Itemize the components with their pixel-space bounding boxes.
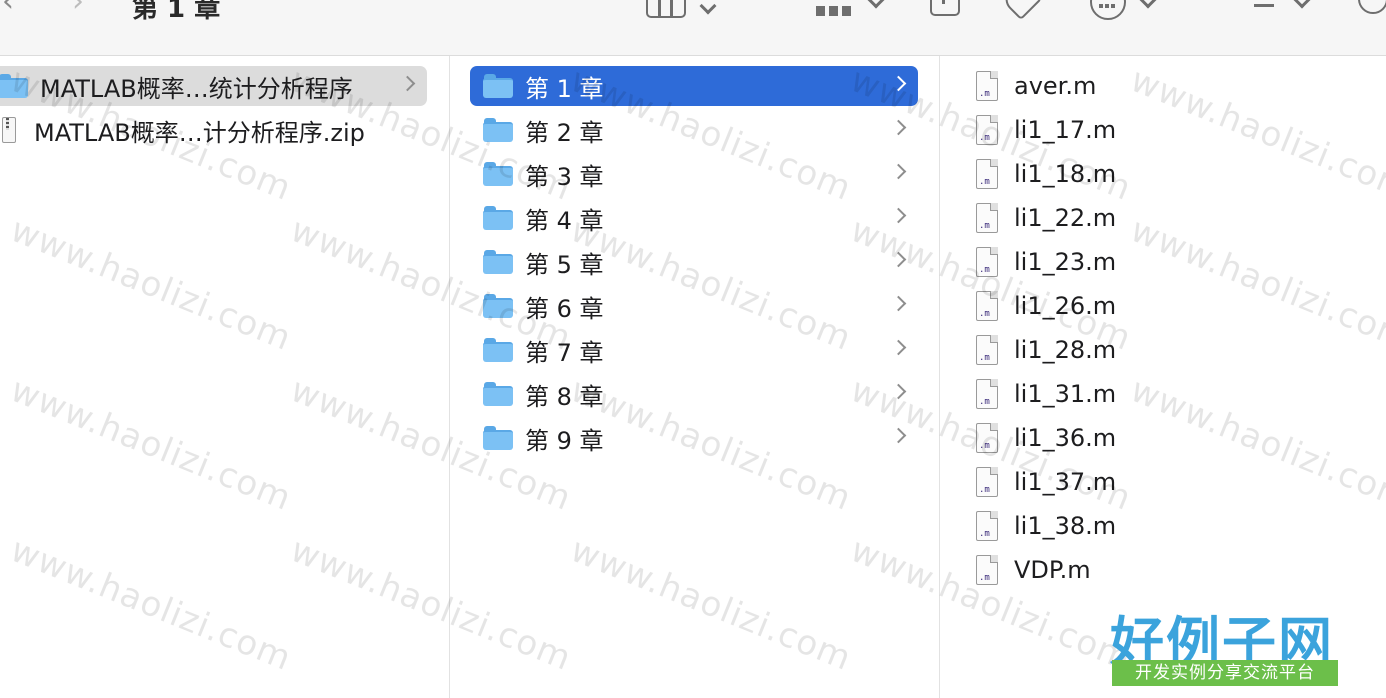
chevron-right-icon bbox=[890, 295, 907, 312]
folder-name: 第 9 章 bbox=[525, 426, 604, 455]
folder-name: 第 2 章 bbox=[525, 118, 604, 147]
chapter-folder-item[interactable]: 第 7 章 bbox=[470, 330, 918, 370]
folder-icon bbox=[483, 382, 513, 406]
m-file-icon: .m bbox=[976, 423, 998, 453]
folder-icon bbox=[483, 426, 513, 450]
chevron-right-icon bbox=[890, 383, 907, 400]
m-file-icon: .m bbox=[976, 115, 998, 145]
m-file-icon: .m bbox=[976, 335, 998, 365]
folder-icon bbox=[0, 74, 28, 98]
file-list-item[interactable]: .m li1_22.m bbox=[976, 198, 1376, 238]
file-list-item[interactable]: .m li1_26.m bbox=[976, 286, 1376, 326]
folder-name: 第 1 章 bbox=[525, 74, 604, 103]
m-file-icon: .m bbox=[976, 247, 998, 277]
file-name: li1_23.m bbox=[1014, 248, 1117, 276]
file-name: li1_37.m bbox=[1014, 468, 1117, 496]
file-name: VDP.m bbox=[1014, 556, 1091, 584]
file-list-item[interactable]: .m li1_23.m bbox=[976, 242, 1376, 282]
m-file-icon: .m bbox=[976, 467, 998, 497]
file-list-item[interactable]: .m li1_36.m bbox=[976, 418, 1376, 458]
chevron-right-icon bbox=[890, 339, 907, 356]
m-file-icon: .m bbox=[976, 511, 998, 541]
folder-name: MATLAB概率…统计分析程序 bbox=[40, 74, 353, 103]
chapter-folder-item[interactable]: 第 6 章 bbox=[470, 286, 918, 326]
list-item-folder[interactable]: MATLAB概率…统计分析程序 bbox=[0, 66, 427, 106]
chapter-folder-item[interactable]: 第 8 章 bbox=[470, 374, 918, 414]
column-chapters: 第 1 章第 2 章第 3 章第 4 章第 5 章第 6 章第 7 章第 8 章… bbox=[450, 56, 940, 698]
m-file-icon: .m bbox=[976, 159, 998, 189]
folder-name: 第 5 章 bbox=[525, 250, 604, 279]
folder-name: 第 8 章 bbox=[525, 382, 604, 411]
folder-name: 第 4 章 bbox=[525, 206, 604, 235]
file-name: li1_26.m bbox=[1014, 292, 1117, 320]
column-parent: MATLAB概率…统计分析程序 MATLAB概率…计分析程序.zip bbox=[0, 56, 450, 698]
file-name: aver.m bbox=[1014, 72, 1097, 100]
folder-name: 第 6 章 bbox=[525, 294, 604, 323]
chapter-folder-item[interactable]: 第 4 章 bbox=[470, 198, 918, 238]
file-list-item[interactable]: .m li1_28.m bbox=[976, 330, 1376, 370]
window-title: 第 1 章 bbox=[132, 0, 221, 24]
chevron-right-icon bbox=[399, 75, 416, 92]
file-name: li1_17.m bbox=[1014, 116, 1117, 144]
m-file-icon: .m bbox=[976, 555, 998, 585]
chapter-folder-item[interactable]: 第 1 章 bbox=[470, 66, 918, 106]
file-name: li1_28.m bbox=[1014, 336, 1117, 364]
back-chevron-icon[interactable]: ‹ bbox=[2, 0, 14, 19]
file-list-item[interactable]: .m li1_38.m bbox=[976, 506, 1376, 546]
folder-name: 第 3 章 bbox=[525, 162, 604, 191]
folder-icon bbox=[483, 74, 513, 98]
toolbar: ‹ › 第 1 章 bbox=[0, 0, 1386, 56]
chevron-right-icon bbox=[890, 207, 907, 224]
chevron-right-icon bbox=[890, 163, 907, 180]
file-name: li1_18.m bbox=[1014, 160, 1117, 188]
chapter-folder-item[interactable]: 第 3 章 bbox=[470, 154, 918, 194]
chevron-right-icon bbox=[890, 427, 907, 444]
chapter-folder-item[interactable]: 第 2 章 bbox=[470, 110, 918, 150]
m-file-icon: .m bbox=[976, 71, 998, 101]
m-file-icon: .m bbox=[976, 291, 998, 321]
file-list-item[interactable]: .m aver.m bbox=[976, 66, 1376, 106]
chapter-folder-item[interactable]: 第 9 章 bbox=[470, 418, 918, 458]
folder-name: 第 7 章 bbox=[525, 338, 604, 367]
folder-icon bbox=[483, 338, 513, 362]
folder-icon bbox=[483, 250, 513, 274]
folder-icon bbox=[483, 206, 513, 230]
file-name: li1_31.m bbox=[1014, 380, 1117, 408]
chapter-folder-item[interactable]: 第 5 章 bbox=[470, 242, 918, 282]
forward-chevron-icon[interactable]: › bbox=[72, 0, 84, 19]
logo-subtitle: 开发实例分享交流平台 bbox=[1112, 660, 1338, 686]
file-list-item[interactable]: .m li1_17.m bbox=[976, 110, 1376, 150]
file-name: MATLAB概率…计分析程序.zip bbox=[34, 118, 365, 147]
file-name: li1_22.m bbox=[1014, 204, 1117, 232]
m-file-icon: .m bbox=[976, 203, 998, 233]
file-list-item[interactable]: .m li1_31.m bbox=[976, 374, 1376, 414]
chevron-right-icon bbox=[890, 251, 907, 268]
file-name: li1_36.m bbox=[1014, 424, 1117, 452]
chevron-right-icon bbox=[890, 119, 907, 136]
m-file-icon: .m bbox=[976, 379, 998, 409]
chevron-right-icon bbox=[890, 75, 907, 92]
folder-icon bbox=[483, 294, 513, 318]
file-list-item[interactable]: .m li1_18.m bbox=[976, 154, 1376, 194]
folder-icon bbox=[483, 118, 513, 142]
file-name: li1_38.m bbox=[1014, 512, 1117, 540]
file-list-item[interactable]: .m li1_37.m bbox=[976, 462, 1376, 502]
zip-file-icon bbox=[2, 117, 16, 143]
folder-icon bbox=[483, 162, 513, 186]
list-item-zip[interactable]: MATLAB概率…计分析程序.zip bbox=[0, 110, 427, 150]
site-logo: 好例子网 开发实例分享交流平台 bbox=[1110, 598, 1342, 690]
file-list-item[interactable]: .m VDP.m bbox=[976, 550, 1376, 590]
